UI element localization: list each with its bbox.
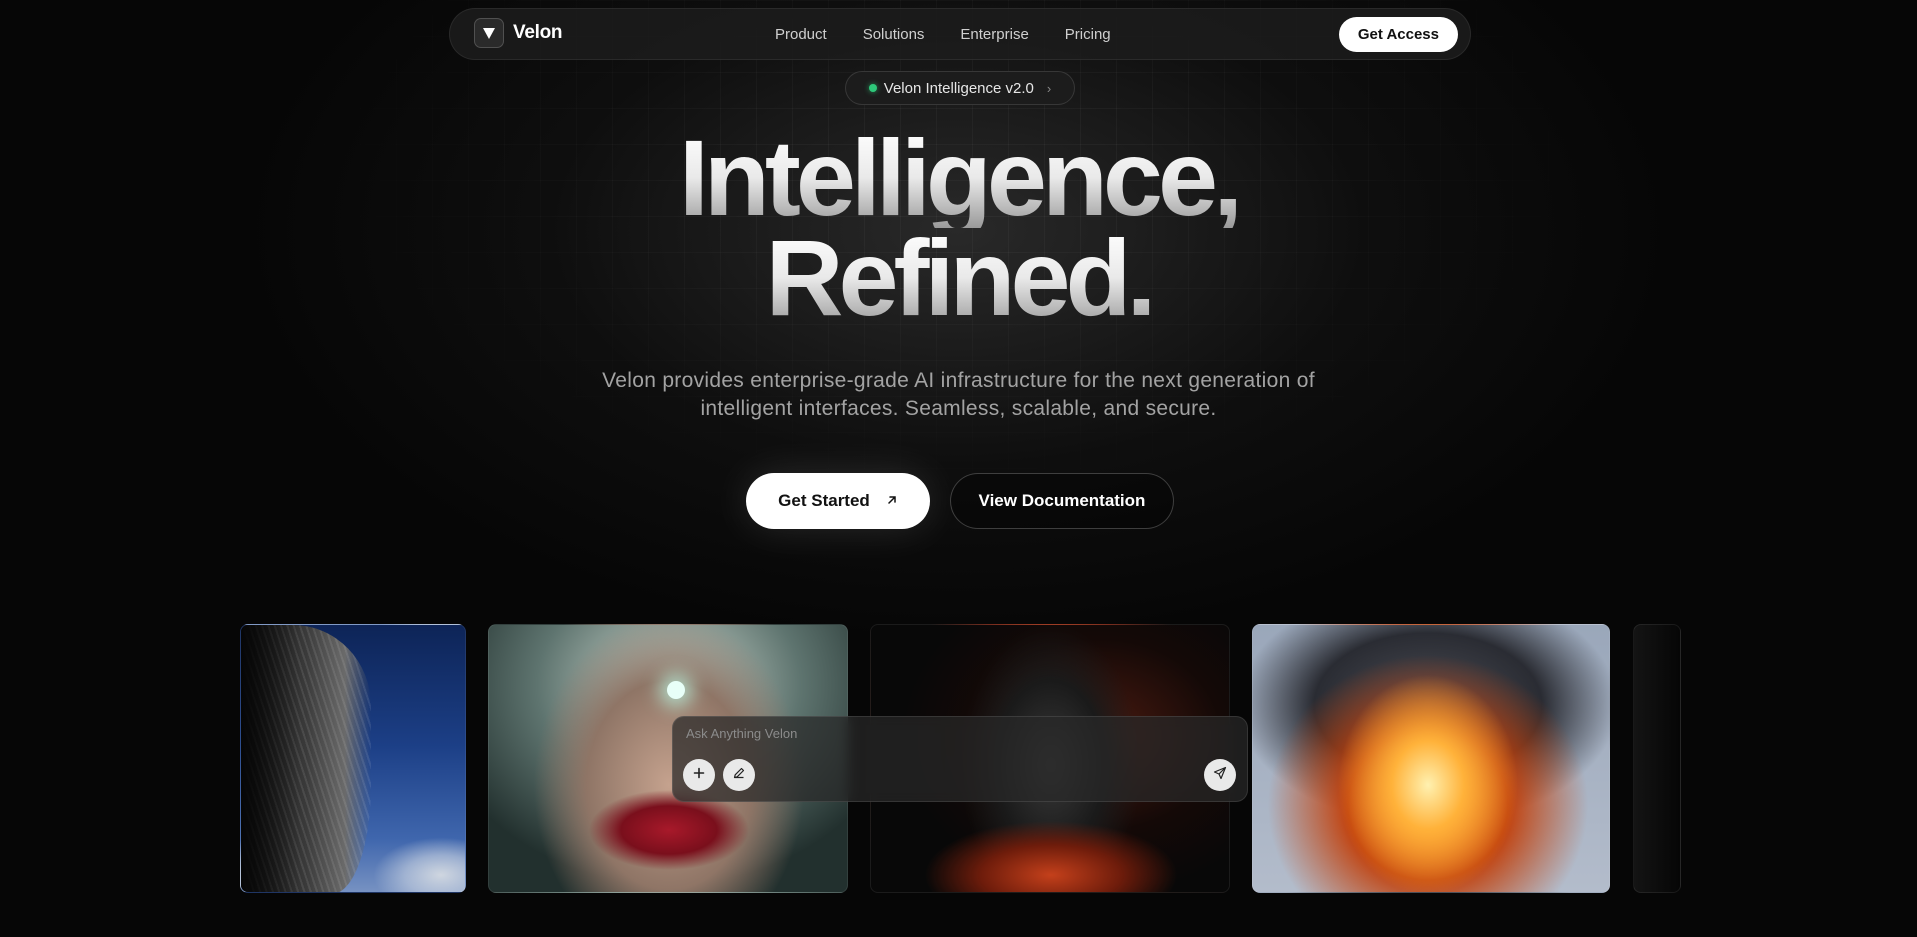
navbar: Velon Product Solutions Enterprise Prici… bbox=[449, 8, 1471, 60]
get-started-label: Get Started bbox=[778, 491, 870, 510]
send-icon bbox=[1213, 766, 1227, 785]
get-access-button[interactable]: Get Access bbox=[1338, 17, 1458, 52]
brand[interactable]: Velon bbox=[474, 18, 562, 48]
version-badge[interactable]: Velon Intelligence v2.0 › bbox=[845, 71, 1075, 105]
pen-icon bbox=[732, 766, 746, 785]
hero-title-line1: Intelligence, bbox=[0, 124, 1917, 232]
plus-icon bbox=[693, 766, 705, 784]
nav-link-enterprise[interactable]: Enterprise bbox=[960, 26, 1028, 43]
hero-title: Intelligence, Refined. bbox=[0, 124, 1917, 332]
nav-link-pricing[interactable]: Pricing bbox=[1065, 26, 1111, 43]
arrow-up-right-icon bbox=[886, 491, 898, 511]
explosion-image[interactable] bbox=[1252, 624, 1610, 893]
forehead-light bbox=[667, 681, 685, 699]
logo-icon bbox=[474, 18, 504, 48]
send-button[interactable] bbox=[1204, 759, 1236, 791]
prompt-input[interactable] bbox=[684, 725, 1228, 742]
view-documentation-label: View Documentation bbox=[978, 491, 1146, 510]
edit-button[interactable] bbox=[723, 759, 755, 791]
next-card-edge bbox=[1633, 624, 1681, 893]
badge-label: Velon Intelligence v2.0 bbox=[883, 79, 1034, 97]
nav-link-solutions[interactable]: Solutions bbox=[863, 26, 925, 43]
hero-subtitle: Velon provides enterprise-grade AI infra… bbox=[602, 369, 1315, 420]
edge-fade bbox=[241, 625, 301, 892]
chevron-right-icon: › bbox=[1046, 80, 1052, 96]
add-button[interactable] bbox=[683, 759, 715, 791]
prompt-box bbox=[672, 716, 1248, 802]
nav-link-product[interactable]: Product bbox=[775, 26, 827, 43]
hero-title-line2: Refined. bbox=[0, 224, 1917, 332]
sky-fabric-image[interactable] bbox=[240, 624, 466, 893]
get-started-button[interactable]: Get Started bbox=[746, 473, 930, 529]
status-dot-icon bbox=[868, 84, 877, 92]
brand-name: Velon bbox=[513, 22, 563, 43]
page: Velon Product Solutions Enterprise Prici… bbox=[0, 0, 1917, 937]
view-documentation-button[interactable]: View Documentation bbox=[950, 473, 1174, 529]
nav-links: Product Solutions Enterprise Pricing bbox=[775, 9, 1111, 59]
